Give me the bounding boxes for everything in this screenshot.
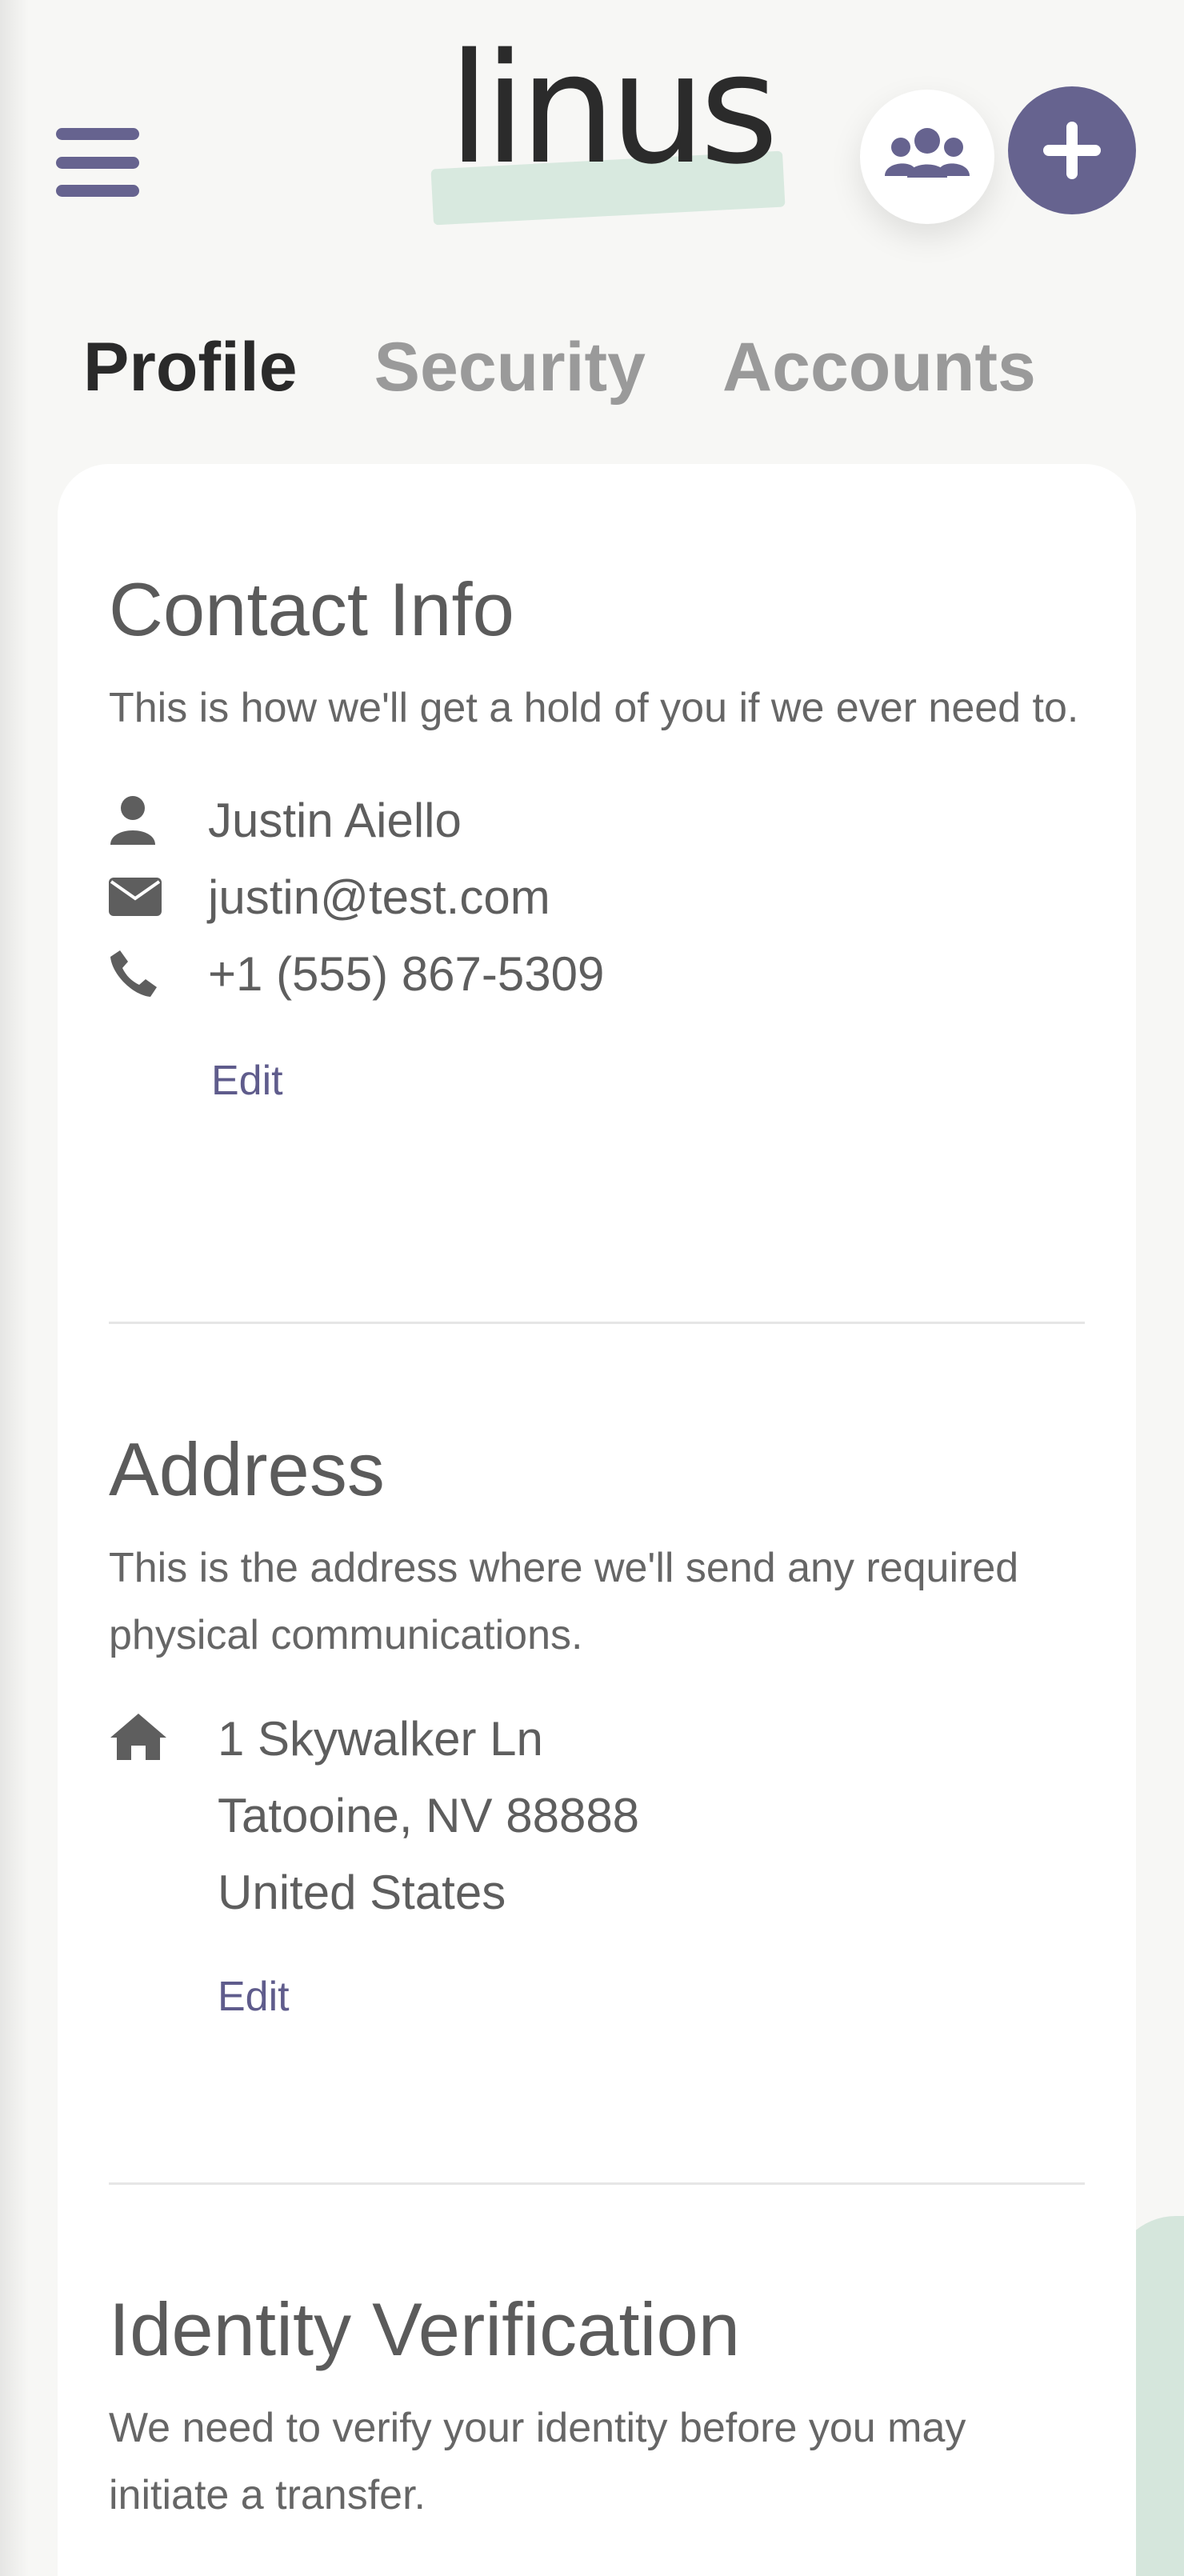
address-line-2: Tatooine, NV 88888 [218, 1789, 640, 1843]
home-icon [110, 1714, 166, 1761]
identity-verification-description: We need to verify your identity before y… [109, 2405, 966, 2519]
contact-details: Justin Aiello justin@test.com +1 (555) 8… [109, 782, 1085, 1012]
menu-button[interactable] [56, 128, 141, 197]
profile-tabs: Profile Security Accounts [83, 328, 1036, 407]
edit-address-link[interactable]: Edit [218, 1973, 290, 2021]
team-button[interactable] [860, 90, 994, 224]
contact-info-title: Contact Info [109, 567, 514, 651]
address-details: 1 Skywalker Ln Tatooine, NV 88888 United… [109, 1701, 1085, 1931]
contact-name: Justin Aiello [208, 793, 462, 847]
address-country: United States [218, 1866, 506, 1920]
add-button[interactable] [1008, 86, 1136, 214]
edit-contact-link[interactable]: Edit [211, 1057, 283, 1105]
phone-icon [110, 950, 157, 998]
contact-info-section: Contact Info This is how we'll get a hol… [109, 568, 1085, 1105]
user-icon [110, 796, 155, 846]
hamburger-menu-icon [56, 128, 139, 140]
contact-phone: +1 (555) 867-5309 [208, 946, 605, 1001]
profile-page: linus Profile Security Accounts Contact … [0, 0, 1184, 2576]
contact-phone-row: +1 (555) 867-5309 [109, 935, 1085, 1012]
logo[interactable]: linus [416, 34, 786, 232]
identity-verification-section: Identity Verification We need to verify … [109, 2288, 1085, 2529]
section-divider [109, 2182, 1085, 2185]
users-icon [885, 128, 970, 178]
plus-icon [1043, 122, 1101, 179]
tab-security[interactable]: Security [374, 328, 646, 407]
tab-profile[interactable]: Profile [83, 328, 298, 407]
contact-email-row: justin@test.com [109, 858, 1085, 935]
contact-email: justin@test.com [208, 870, 550, 924]
logo-text: linus [448, 21, 778, 198]
address-section: Address This is the address where we'll … [109, 1428, 1085, 2021]
side-shadow [0, 0, 29, 2576]
tab-accounts[interactable]: Accounts [722, 328, 1036, 407]
contact-name-row: Justin Aiello [109, 782, 1085, 858]
profile-card: Contact Info This is how we'll get a hol… [58, 464, 1136, 2576]
contact-info-description: This is how we'll get a hold of you if w… [109, 685, 1079, 732]
section-divider [109, 1322, 1085, 1324]
identity-verification-title: Identity Verification [109, 2287, 740, 2371]
address-description: This is the address where we'll send any… [109, 1545, 1019, 1659]
address-title: Address [109, 1427, 385, 1511]
address-line-1: 1 Skywalker Ln [218, 1712, 543, 1766]
envelope-icon [109, 878, 162, 917]
